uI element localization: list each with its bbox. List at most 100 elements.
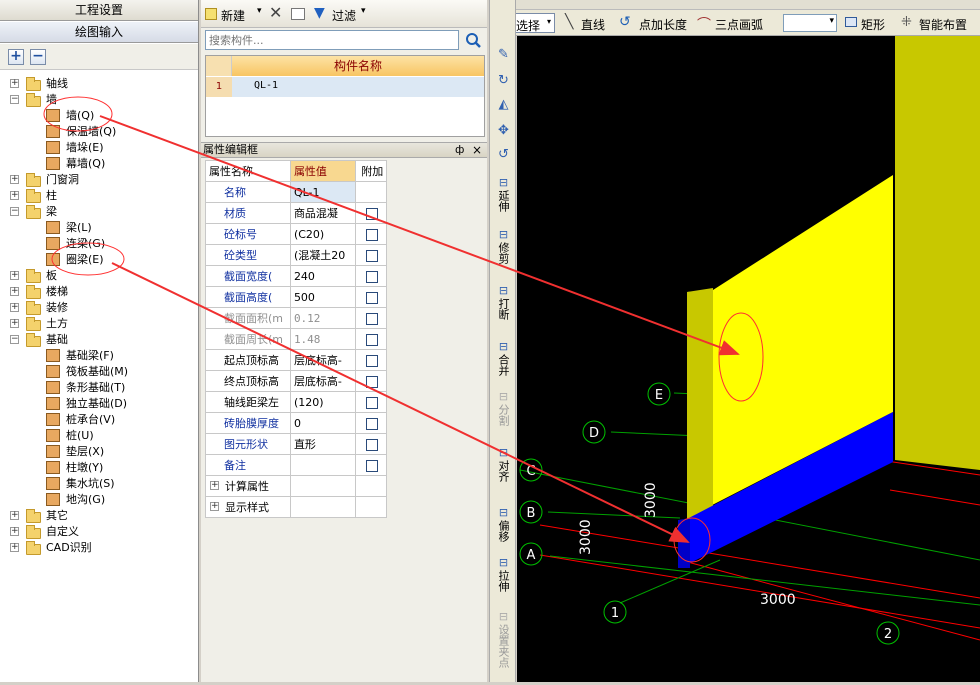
property-row[interactable]: 名称 QL-1 <box>205 181 388 203</box>
vtool-button[interactable]: ⊟ 修剪 <box>493 228 514 264</box>
arc-mode-select[interactable]: ▾ <box>783 14 837 32</box>
tree-item[interactable]: 桩承台(V) <box>0 412 198 428</box>
close-icon[interactable]: × <box>472 143 482 157</box>
component-search-input[interactable] <box>205 30 459 50</box>
tree-item[interactable]: 桩(U) <box>0 428 198 444</box>
property-row[interactable]: 截面面积(m 0.12 <box>205 307 388 329</box>
property-row[interactable]: 轴线距梁左 (120) <box>205 391 388 413</box>
tree-folder[interactable]: − 基础 <box>0 332 198 348</box>
new-dropdown-icon[interactable]: ▾ <box>257 6 262 16</box>
tree-folder[interactable]: + 板 <box>0 268 198 284</box>
tree-item[interactable]: 梁(L) <box>0 220 198 236</box>
tree-folder[interactable]: − 梁 <box>0 204 198 220</box>
tree-item[interactable]: 地沟(G) <box>0 492 198 508</box>
expand-icon[interactable]: + <box>10 287 19 296</box>
property-value[interactable]: 直形 <box>289 433 356 455</box>
tree-folder[interactable]: + 门窗洞 <box>0 172 198 188</box>
point-length-button[interactable]: 点加长度 <box>639 16 687 33</box>
property-value[interactable] <box>289 454 356 476</box>
expand-icon[interactable]: + <box>210 481 219 490</box>
property-row[interactable]: 材质 商品混凝 <box>205 202 388 224</box>
tree-item[interactable]: 圈梁(E) <box>0 252 198 268</box>
copy-icon[interactable] <box>291 8 305 20</box>
tree-item[interactable]: 连梁(G) <box>0 236 198 252</box>
property-row[interactable]: 截面周长(m 1.48 <box>205 328 388 350</box>
tree-item[interactable]: 墙(Q) <box>0 108 198 124</box>
property-group-row[interactable]: + 计算属性 <box>205 475 388 497</box>
filter-dropdown-icon[interactable]: ▾ <box>361 6 366 16</box>
vtool-button[interactable]: ⊟ 延伸 <box>493 176 514 212</box>
property-value[interactable]: 0.12 <box>289 307 356 329</box>
property-value[interactable]: QL-1 <box>289 181 356 203</box>
property-row[interactable]: 砼类型 (混凝土20 <box>205 244 388 266</box>
property-value[interactable]: 1.48 <box>289 328 356 350</box>
pen-icon[interactable]: ✎ <box>493 48 514 61</box>
arc-button[interactable]: 三点画弧 <box>715 16 763 33</box>
collapse-all-button[interactable]: − <box>30 49 46 65</box>
refresh-icon[interactable]: ↺ <box>493 148 514 161</box>
rotate-icon[interactable]: ↻ <box>493 74 514 87</box>
drawing-input-tab[interactable]: 绘图输入 <box>0 22 198 43</box>
smart-layout-button[interactable]: 智能布置 <box>919 16 967 33</box>
property-group-row[interactable]: + 显示样式 <box>205 496 388 518</box>
attach-checkbox[interactable] <box>366 375 379 388</box>
search-icon[interactable] <box>463 30 483 50</box>
property-row[interactable]: 截面宽度(240 <box>205 265 388 287</box>
tree-folder[interactable]: + 装修 <box>0 300 198 316</box>
tree-item[interactable]: 墙垛(E) <box>0 140 198 156</box>
property-value[interactable]: (C20) <box>289 223 356 245</box>
tree-folder[interactable]: + 自定义 <box>0 524 198 540</box>
vtool-button[interactable]: ⊟ 打断 <box>493 284 514 320</box>
property-row[interactable]: 截面高度(500 <box>205 286 388 308</box>
expand-icon[interactable]: + <box>210 502 219 511</box>
property-row[interactable]: 砼标号 (C20) <box>205 223 388 245</box>
tree-item[interactable]: 柱墩(Y) <box>0 460 198 476</box>
tree-folder[interactable]: − 墙 <box>0 92 198 108</box>
tree-item[interactable]: 保温墙(Q) <box>0 124 198 140</box>
attach-checkbox[interactable] <box>366 417 379 430</box>
vtool-button[interactable]: ⊟ 拉伸 <box>493 556 514 592</box>
property-value[interactable]: 0 <box>289 412 356 434</box>
property-value[interactable]: (120) <box>289 391 356 413</box>
attach-checkbox[interactable] <box>366 270 379 283</box>
mirror-icon[interactable]: ◭ <box>493 98 514 111</box>
expand-icon[interactable]: + <box>10 79 19 88</box>
attach-checkbox[interactable] <box>366 396 379 409</box>
attach-checkbox[interactable] <box>366 438 379 451</box>
attach-checkbox[interactable] <box>366 354 379 367</box>
expand-icon[interactable]: + <box>10 271 19 280</box>
tree-item[interactable]: 垫层(X) <box>0 444 198 460</box>
tree-item[interactable]: 幕墙(Q) <box>0 156 198 172</box>
expand-all-button[interactable]: + <box>8 49 24 65</box>
property-value[interactable]: 商品混凝 <box>289 202 356 224</box>
property-row[interactable]: 图元形状 直形 <box>205 433 388 455</box>
attach-checkbox[interactable] <box>366 228 379 241</box>
vtool-button[interactable]: ⊟ 设置夹点 <box>493 610 514 668</box>
property-value[interactable]: 层底标高- <box>289 370 356 392</box>
tree-folder[interactable]: + 轴线 <box>0 76 198 92</box>
pin-icon[interactable]: ф <box>455 143 464 157</box>
expand-icon[interactable]: + <box>10 511 19 520</box>
delete-icon[interactable]: ✕ <box>269 3 282 22</box>
tree-folder[interactable]: + 土方 <box>0 316 198 332</box>
attach-checkbox[interactable] <box>366 459 379 472</box>
tree-item[interactable]: 基础梁(F) <box>0 348 198 364</box>
tree-item[interactable]: 筏板基础(M) <box>0 364 198 380</box>
expand-icon[interactable]: + <box>10 527 19 536</box>
tree-item[interactable]: 条形基础(T) <box>0 380 198 396</box>
tree-folder[interactable]: + 其它 <box>0 508 198 524</box>
vtool-button[interactable]: ⊟ 对齐 <box>493 446 514 482</box>
collapse-icon[interactable]: − <box>10 95 19 104</box>
property-row[interactable]: 备注 <box>205 454 388 476</box>
tree-item[interactable]: 独立基础(D) <box>0 396 198 412</box>
tree-folder[interactable]: + 楼梯 <box>0 284 198 300</box>
property-row[interactable]: 起点顶标高 层底标高- <box>205 349 388 371</box>
expand-icon[interactable]: + <box>10 319 19 328</box>
property-value[interactable]: 500 <box>289 286 356 308</box>
rect-button[interactable]: 矩形 <box>861 16 885 33</box>
vtool-button[interactable]: ⊟ 分割 <box>493 390 514 426</box>
collapse-icon[interactable]: − <box>10 207 19 216</box>
attach-checkbox[interactable] <box>366 291 379 304</box>
expand-icon[interactable]: + <box>10 175 19 184</box>
line-button[interactable]: 直线 <box>581 16 605 33</box>
